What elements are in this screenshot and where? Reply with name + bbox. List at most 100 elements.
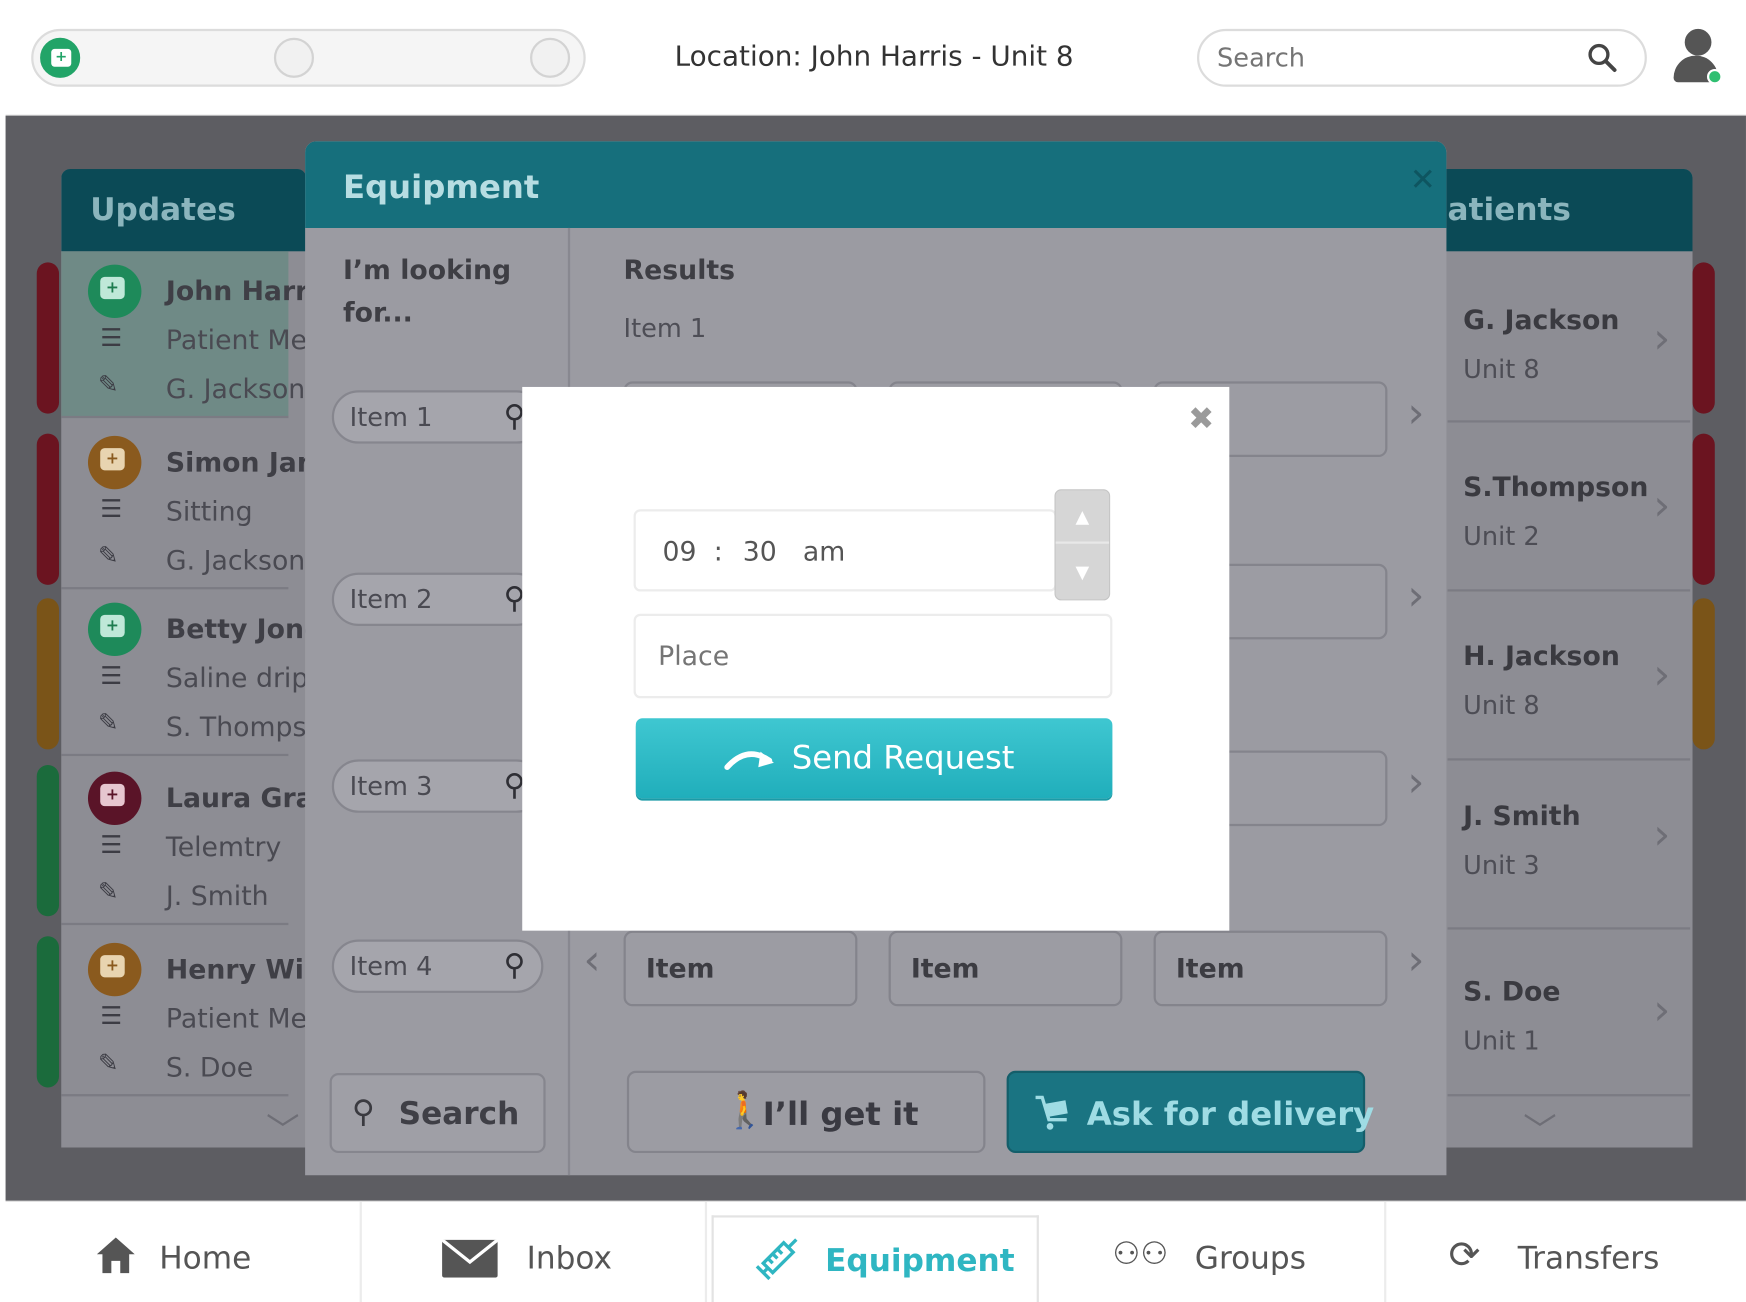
medkit-status-icon[interactable]: + (40, 37, 81, 78)
chevron-right-icon: › (1653, 809, 1671, 859)
patient-name: S.Thompson (1463, 471, 1649, 503)
stepper-down-icon[interactable]: ▼ (1056, 546, 1109, 599)
nav-transfers[interactable]: ⟳ Transfers (1386, 1202, 1746, 1302)
update-row[interactable]: + Betty Jone ☰ Saline drip ✎ S. Thompso (61, 589, 306, 757)
result-item[interactable]: Item (623, 930, 858, 1007)
priority-stripe (1692, 598, 1715, 750)
patients-list: G. Jackson Unit 8 › S.Thompson Unit 2 › … (1447, 256, 1691, 1145)
update-row[interactable]: + Laura Gran ☰ Telemtry ✎ J. Smith (61, 758, 306, 926)
list-icon: ☰ (100, 662, 123, 691)
update-assignee: G. Jackson (165, 373, 306, 405)
pencil-icon: ✎ (97, 878, 119, 907)
chevron-right-icon[interactable]: › (1407, 570, 1424, 619)
search-icon[interactable]: ⚲ (504, 948, 526, 982)
update-patient-name: John Harris (165, 275, 306, 307)
patients-title: atients (1447, 191, 1571, 228)
pencil-icon: ✎ (97, 1049, 119, 1078)
medkit-icon: + (87, 264, 142, 319)
nav-transfers-label: Transfers (1517, 1239, 1660, 1277)
item-search-field[interactable]: Item 1 ⚲ (331, 390, 544, 444)
result-item[interactable]: Item (1153, 930, 1388, 1007)
chevron-down-icon[interactable]: ﹀ (266, 1103, 299, 1148)
status-option-2[interactable] (273, 37, 315, 78)
patient-row[interactable]: S. Doe Unit 1 › (1447, 930, 1691, 1097)
update-patient-name: Betty Jone (165, 613, 306, 645)
update-row[interactable]: + Henry Willi ☰ Patient Med ✎ S. Doe (61, 930, 306, 1097)
time-hour[interactable]: 09 (663, 536, 697, 567)
patient-unit: Unit 8 (1463, 691, 1540, 721)
pencil-icon: ✎ (97, 542, 119, 571)
get-it-button[interactable]: 🚶 I’ll get it (626, 1070, 986, 1154)
envelope-icon (442, 1239, 498, 1278)
patient-unit: Unit 2 (1463, 522, 1540, 552)
time-picker-field[interactable]: 09 : 30 am (633, 509, 1057, 592)
syringe-icon (755, 1238, 798, 1281)
patient-row[interactable]: J. Smith Unit 3 › (1447, 763, 1691, 930)
item-search-value: Item 2 (349, 585, 433, 615)
patient-row[interactable]: H. Jackson Unit 8 › (1447, 594, 1691, 761)
item-search-field[interactable]: Item 3 ⚲ (331, 759, 544, 813)
result-item[interactable]: Item (888, 930, 1123, 1007)
patient-row[interactable]: S.Thompson Unit 2 › (1447, 425, 1691, 592)
top-search-bar[interactable] (1197, 28, 1647, 87)
transfers-icon: ⟳ (1448, 1233, 1481, 1278)
nav-equipment[interactable]: Equipment (711, 1215, 1039, 1302)
nav-inbox[interactable]: Inbox (362, 1201, 708, 1302)
nav-inbox-label: Inbox (526, 1239, 613, 1277)
update-detail: Patient Med (165, 324, 307, 356)
status-switcher[interactable]: + (31, 28, 586, 87)
close-icon[interactable]: ✖ (1188, 400, 1214, 437)
nav-groups-label: Groups (1194, 1239, 1306, 1277)
ask-for-delivery-button[interactable]: Ask for delivery (1006, 1070, 1374, 1154)
updates-header: Updates (61, 169, 307, 252)
status-option-3[interactable] (530, 37, 571, 78)
time-stepper[interactable]: ▲ ▼ (1054, 489, 1111, 601)
priority-stripe (36, 598, 60, 750)
update-assignee: G. Jackson (165, 544, 306, 576)
chevron-right-icon[interactable]: › (1407, 935, 1424, 984)
medkit-icon: + (87, 435, 142, 490)
updates-title: Updates (90, 191, 236, 228)
place-field[interactable] (633, 613, 1113, 699)
time-minute[interactable]: 30 (743, 536, 777, 567)
send-request-button[interactable]: Send Request (635, 718, 1113, 799)
updates-list: + John Harris ☰ Patient Med ✎ G. Jackson… (61, 251, 306, 1147)
update-patient-name: Simon Jam (165, 446, 306, 479)
nav-home[interactable]: Home (6, 1201, 362, 1302)
chevron-down-icon[interactable]: ﹀ (1523, 1103, 1556, 1145)
patient-unit: Unit 1 (1463, 1027, 1540, 1057)
priority-stripe (36, 936, 60, 1088)
top-search-input[interactable] (1217, 42, 1574, 76)
patient-unit: Unit 3 (1463, 851, 1540, 881)
walking-person-icon: 🚶 (722, 1088, 768, 1131)
update-row[interactable]: + John Harris ☰ Patient Med ✎ G. Jackson (61, 251, 306, 419)
update-assignee: S. Thompso (165, 711, 307, 743)
place-input[interactable] (658, 638, 1082, 674)
online-status-dot (1706, 68, 1723, 85)
time-period[interactable]: am (803, 536, 845, 567)
chevron-right-icon[interactable]: › (1407, 388, 1424, 437)
nav-home-label: Home (159, 1239, 252, 1277)
item-search-field[interactable]: Item 4 ⚲ (331, 939, 544, 993)
patient-row[interactable]: G. Jackson Unit 8 › (1447, 256, 1691, 423)
update-detail: Patient Med (165, 1002, 307, 1035)
update-assignee: S. Doe (165, 1051, 254, 1083)
chevron-left-icon[interactable]: ‹ (583, 935, 600, 984)
send-request-label: Send Request (791, 738, 1015, 777)
nav-equipment-label: Equipment (825, 1241, 1015, 1279)
update-patient-name: Henry Willi (165, 954, 306, 986)
search-icon[interactable] (1587, 42, 1618, 73)
stepper-up-icon[interactable]: ▲ (1055, 490, 1110, 544)
medkit-icon: + (87, 602, 142, 657)
chevron-right-icon[interactable]: › (1407, 757, 1424, 806)
search-button[interactable]: ⚲ Search (329, 1072, 546, 1154)
item-search-value: Item 4 (349, 952, 433, 982)
close-icon[interactable]: ✕ (1410, 161, 1436, 198)
item-search-field[interactable]: Item 2 ⚲ (331, 572, 544, 626)
item-search-value: Item 1 (349, 403, 433, 433)
patient-unit: Unit 8 (1463, 355, 1540, 385)
update-detail: Telemtry (165, 831, 282, 863)
user-avatar-icon[interactable] (1671, 28, 1729, 89)
nav-groups[interactable]: ⚇⚇ Groups (1048, 1201, 1387, 1302)
update-row[interactable]: + Simon Jam ☰ Sitting ✎ G. Jackson (61, 423, 306, 590)
